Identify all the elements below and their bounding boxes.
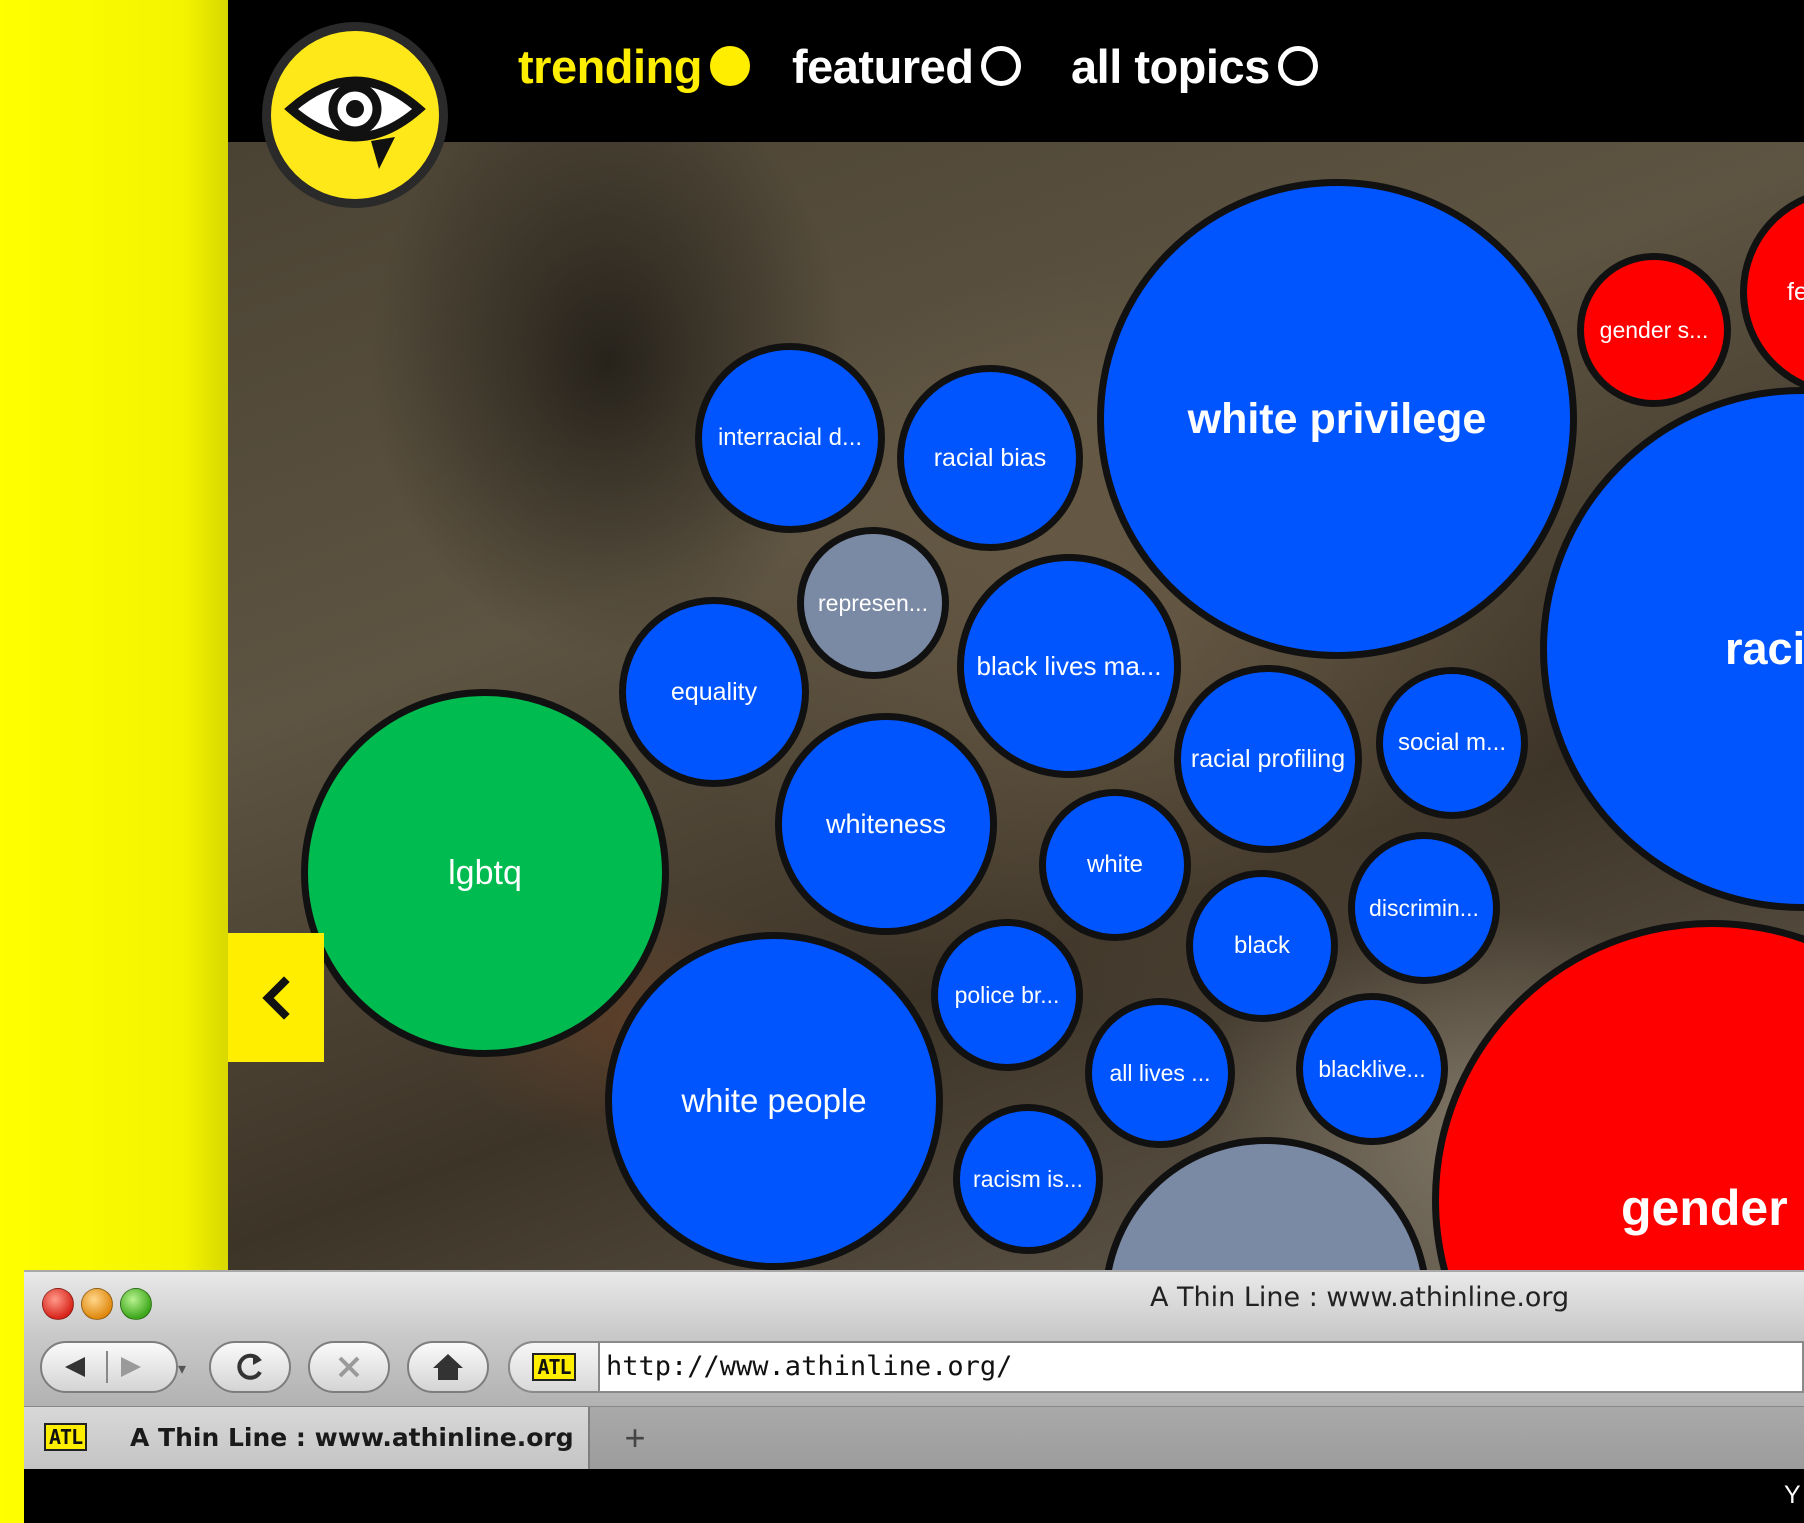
topic-bubble[interactable]: white people bbox=[605, 932, 943, 1270]
topic-bubble[interactable]: whiteness bbox=[775, 713, 997, 935]
topic-bubble[interactable]: gender s... bbox=[1577, 253, 1731, 407]
reload-button[interactable] bbox=[209, 1341, 291, 1393]
atl-favicon-icon: ATL bbox=[532, 1353, 576, 1381]
topic-label: represen... bbox=[818, 589, 928, 616]
site-identity-button[interactable]: ATL bbox=[508, 1341, 600, 1393]
topic-bubble[interactable]: raci bbox=[1540, 387, 1804, 911]
topic-label: raci bbox=[1725, 623, 1804, 674]
nav-trending[interactable]: trending bbox=[518, 38, 750, 94]
status-text: Y bbox=[1784, 1481, 1801, 1509]
new-tab-button[interactable]: + bbox=[614, 1417, 656, 1459]
eye-logo-icon[interactable] bbox=[262, 22, 448, 208]
back-forward-buttons[interactable] bbox=[40, 1341, 178, 1393]
active-dot-icon bbox=[709, 46, 750, 86]
topic-label: blacklive... bbox=[1318, 1055, 1426, 1082]
topic-label: social m... bbox=[1397, 729, 1507, 756]
history-dropdown-icon[interactable]: ▾ bbox=[178, 1359, 186, 1379]
topic-label: fe bbox=[1787, 277, 1804, 306]
forward-icon bbox=[121, 1357, 141, 1377]
topic-label: black lives ma... bbox=[976, 650, 1162, 681]
browser-window-chrome: A Thin Line : www.athinline.org ▾ ATL ht… bbox=[24, 1270, 1804, 1523]
status-bar: Y bbox=[24, 1469, 1804, 1523]
topic-label: black bbox=[1233, 932, 1291, 959]
topic-label: white bbox=[1086, 851, 1144, 878]
topic-bubble[interactable]: social m... bbox=[1376, 667, 1528, 819]
nav-featured[interactable]: featured bbox=[792, 38, 1022, 94]
topic-label: police br... bbox=[954, 981, 1060, 1008]
previous-arrow-button[interactable] bbox=[228, 933, 324, 1062]
nav-all-topics[interactable]: all topics bbox=[1071, 38, 1318, 94]
topic-bubble[interactable]: blacklive... bbox=[1296, 993, 1448, 1145]
topic-label: discrimin... bbox=[1369, 894, 1479, 921]
minimize-window-icon[interactable] bbox=[81, 1288, 113, 1320]
topic-label: all lives ... bbox=[1109, 1059, 1211, 1086]
topic-bubble[interactable]: interracial d... bbox=[695, 343, 885, 533]
topic-label: white privilege bbox=[1187, 394, 1487, 443]
topic-bubble[interactable]: equality bbox=[619, 597, 809, 787]
topic-bubble[interactable]: fe bbox=[1740, 187, 1804, 397]
close-window-icon[interactable] bbox=[42, 1288, 74, 1320]
atl-favicon-icon: ATL bbox=[44, 1423, 88, 1451]
topic-bubble[interactable]: all lives ... bbox=[1085, 998, 1235, 1148]
topic-bubble[interactable]: racism is... bbox=[953, 1104, 1103, 1254]
url-input[interactable]: http://www.athinline.org/ bbox=[606, 1351, 1012, 1382]
zoom-window-icon[interactable] bbox=[120, 1288, 152, 1320]
topic-bubble[interactable]: lgbtq bbox=[301, 689, 669, 1057]
topic-label: interracial d... bbox=[717, 424, 863, 451]
topic-label: white people bbox=[681, 1082, 867, 1119]
topic-bubble[interactable]: police br... bbox=[931, 919, 1083, 1071]
tab-title: A Thin Line : www.athinline.org bbox=[130, 1423, 574, 1452]
topic-bubble[interactable]: black lives ma... bbox=[957, 554, 1181, 778]
tab-a-thin-line[interactable]: ATL A Thin Line : www.athinline.org bbox=[24, 1407, 590, 1469]
topic-label: gender s... bbox=[1599, 316, 1709, 343]
topic-label: lgbtq bbox=[448, 853, 522, 892]
website-viewport: trending featured all topics white privi… bbox=[228, 0, 1804, 1270]
inactive-dot-icon bbox=[981, 46, 1022, 86]
chevron-left-icon bbox=[262, 975, 290, 1020]
topic-bubble[interactable]: black bbox=[1186, 870, 1338, 1022]
topic-label: gender bbox=[1621, 1180, 1788, 1236]
stop-x-icon bbox=[338, 1356, 360, 1378]
inactive-dot-icon bbox=[1277, 46, 1318, 86]
browser-toolbar: ▾ ATL http://www.athinline.org/ bbox=[24, 1335, 1804, 1407]
topic-bubble[interactable] bbox=[1102, 1137, 1430, 1270]
bubble-chart-area: white privilege interracial d... racial … bbox=[228, 142, 1804, 1270]
topic-bubble[interactable]: gender bbox=[1432, 920, 1804, 1270]
topic-label: whiteness bbox=[825, 808, 947, 839]
topic-bubble[interactable]: racial bias bbox=[897, 365, 1083, 551]
topic-bubble[interactable]: white privilege bbox=[1097, 179, 1577, 659]
topic-label: racial bias bbox=[933, 443, 1047, 472]
topic-bubble[interactable]: racial profiling bbox=[1174, 665, 1362, 853]
window-title: A Thin Line : www.athinline.org bbox=[1150, 1282, 1570, 1313]
back-icon bbox=[65, 1357, 85, 1377]
nav-all-topics-label: all topics bbox=[1071, 39, 1270, 93]
reload-icon bbox=[237, 1353, 262, 1380]
nav-featured-label: featured bbox=[792, 39, 974, 93]
topic-bubble[interactable]: white bbox=[1039, 789, 1191, 941]
topic-bubble[interactable]: represen... bbox=[797, 527, 949, 679]
topic-label: racism is... bbox=[973, 1165, 1083, 1192]
topic-label: racial profiling bbox=[1190, 744, 1346, 773]
topic-bubble[interactable]: discrimin... bbox=[1348, 832, 1500, 984]
stop-button[interactable] bbox=[308, 1341, 390, 1393]
site-header: trending featured all topics bbox=[228, 0, 1804, 208]
browser-titlebar: A Thin Line : www.athinline.org bbox=[24, 1270, 1804, 1335]
topic-label: equality bbox=[670, 677, 758, 706]
home-button[interactable] bbox=[407, 1341, 489, 1393]
home-icon bbox=[433, 1354, 463, 1380]
nav-trending-label: trending bbox=[518, 39, 702, 93]
browser-tab-bar: ATL A Thin Line : www.athinline.org + bbox=[24, 1407, 1804, 1469]
